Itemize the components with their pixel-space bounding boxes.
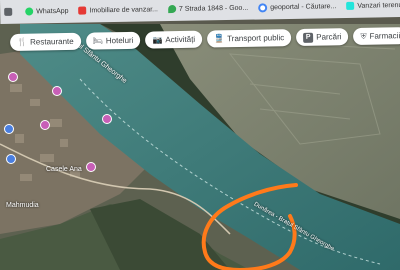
- train-icon: 🚆: [214, 34, 225, 44]
- bed-icon: 🛏: [92, 36, 103, 46]
- poi-pin[interactable]: [102, 114, 112, 124]
- imobiliare-icon: [78, 6, 87, 15]
- bookmark-site[interactable]: [4, 7, 15, 16]
- poi-pin[interactable]: [86, 162, 96, 172]
- satellite-map[interactable]: Brațul Sfântu Gheorghe Dunărea - Brațul …: [0, 24, 400, 270]
- google-icon: [258, 2, 268, 12]
- maps-pin-icon: [167, 4, 177, 14]
- bookmark-geoportal[interactable]: geoportal - Căutare...: [258, 2, 336, 12]
- bookmark-whatsapp[interactable]: WhatsApp: [25, 7, 69, 16]
- poi-label-casele-ana[interactable]: Casele Ana: [46, 166, 82, 173]
- chip-hoteluri[interactable]: 🛏 Hoteluri: [85, 31, 141, 50]
- olx-icon: [346, 1, 355, 10]
- chip-restaurante[interactable]: 🍴 Restaurante: [10, 32, 81, 51]
- poi-pin[interactable]: [8, 72, 18, 82]
- pharmacy-icon: ⛨: [360, 31, 367, 41]
- site-icon: [4, 7, 13, 16]
- poi-pin-blue[interactable]: [4, 124, 14, 134]
- place-label-mahmudia[interactable]: Mahmudia: [6, 202, 39, 209]
- bookmarks-bar: WhatsApp Imobiliare de vanzar... 7 Strad…: [0, 0, 400, 24]
- camera-icon: 📷: [152, 35, 163, 45]
- fork-knife-icon: 🍴: [17, 37, 28, 47]
- bookmark-imobiliare[interactable]: Imobiliare de vanzar...: [78, 5, 158, 15]
- parking-icon: P: [303, 32, 314, 43]
- chip-activitati[interactable]: 📷 Activități: [145, 30, 203, 49]
- chip-farmacii[interactable]: ⛨ Farmacii: [353, 27, 400, 46]
- chip-transport-public[interactable]: 🚆 Transport public: [207, 29, 292, 48]
- chip-parcari[interactable]: P Parcări: [296, 28, 349, 47]
- poi-pin[interactable]: [52, 86, 62, 96]
- bookmark-vanzari[interactable]: Vanzari terenuri extr...: [346, 1, 400, 10]
- poi-pin-blue[interactable]: [6, 154, 16, 164]
- poi-pin[interactable]: [40, 120, 50, 130]
- map-imagery: [0, 24, 400, 270]
- whatsapp-icon: [25, 7, 34, 16]
- bookmark-maps[interactable]: 7 Strada 1848 - Goo...: [167, 4, 248, 14]
